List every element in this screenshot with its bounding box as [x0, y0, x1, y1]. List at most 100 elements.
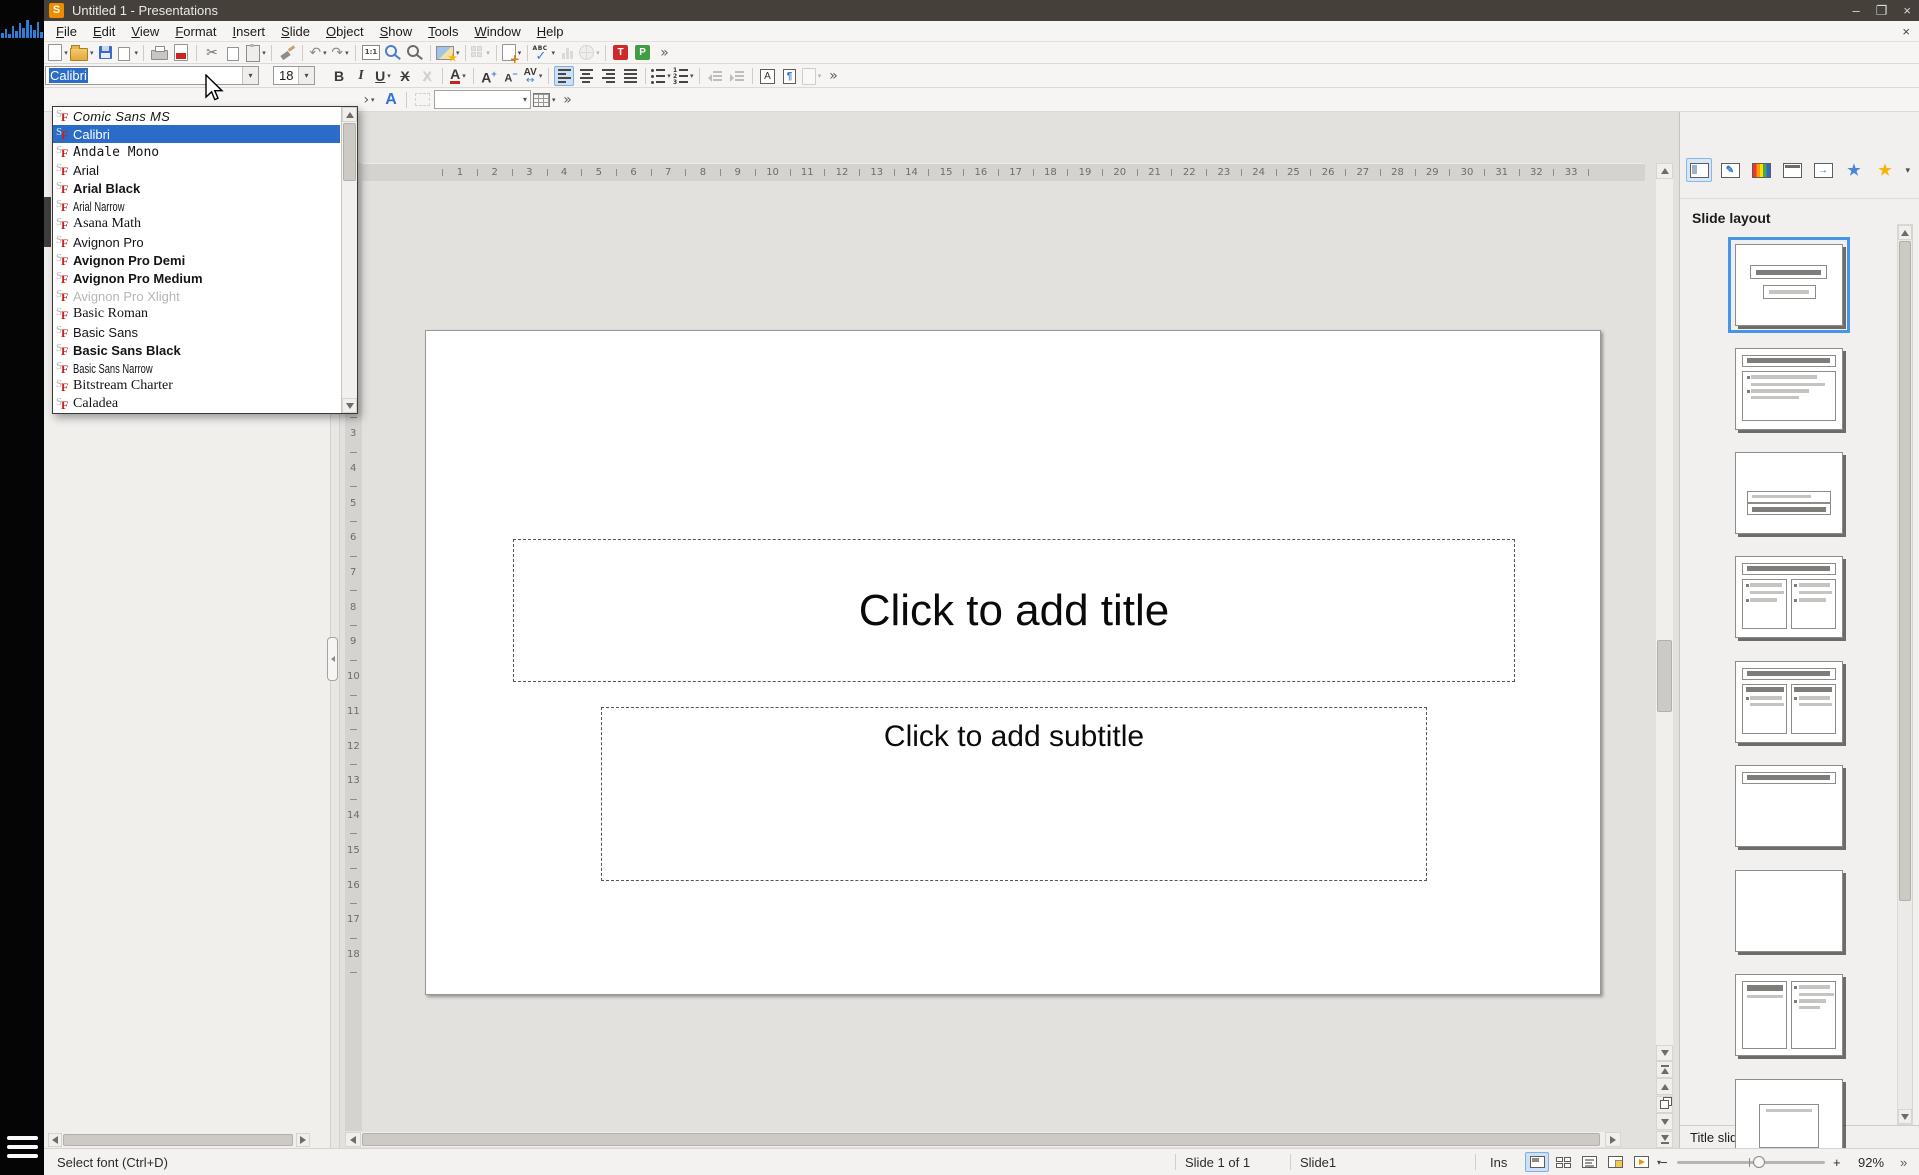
zoom-slider-thumb[interactable]: [1753, 1156, 1765, 1168]
strikethrough[interactable]: X: [395, 66, 415, 86]
unordered-list[interactable]: ▾: [651, 66, 671, 86]
dropdown-scroll-up-button[interactable]: [342, 107, 357, 122]
justify[interactable]: [620, 66, 640, 86]
slide-name-label[interactable]: Slide1: [1300, 1149, 1336, 1175]
menu-help[interactable]: Help: [529, 24, 572, 39]
sidebar-tab-slide-edit[interactable]: ✎: [1717, 158, 1743, 182]
cut[interactable]: ✂: [202, 43, 222, 63]
font-list-item[interactable]: SFBitstream Charter: [53, 377, 340, 395]
align-center[interactable]: [576, 66, 596, 86]
sidebar-tab-slide-transition[interactable]: →: [1810, 158, 1836, 182]
clone-formatting[interactable]: [277, 43, 297, 63]
zoom[interactable]: [405, 43, 425, 63]
layout-thumbnail-two-content-headers[interactable]: [1735, 661, 1843, 743]
export-pdf[interactable]: [171, 43, 191, 63]
close-document-button[interactable]: ×: [1902, 24, 1910, 39]
save-as[interactable]: ▾: [118, 43, 139, 63]
paragraph-dialog[interactable]: ▾: [802, 66, 822, 86]
toolbar-overflow[interactable]: »: [655, 43, 675, 63]
paste[interactable]: ▾: [246, 43, 266, 63]
text-shadow[interactable]: X: [417, 66, 437, 86]
underline[interactable]: U▾: [373, 66, 393, 86]
zoom-out-button[interactable]: −: [1660, 1149, 1668, 1175]
insert-image[interactable]: ★▾: [436, 43, 460, 63]
italic[interactable]: I: [351, 66, 371, 86]
nav-next-slide[interactable]: [1656, 1113, 1673, 1130]
font-color[interactable]: A▾: [448, 66, 468, 86]
sidebar-scrollbar[interactable]: [1897, 224, 1913, 1125]
view-notes[interactable]: [1577, 1152, 1601, 1172]
minimize-button[interactable]: –: [1853, 3, 1860, 18]
font-size-dropdown-arrow[interactable]: ▾: [298, 67, 314, 84]
hscroll-right-button[interactable]: [1605, 1132, 1621, 1147]
start-slideshow[interactable]: [1629, 1152, 1653, 1172]
nav-previous-slide[interactable]: [1656, 1078, 1673, 1095]
layout-thumbnail-blank[interactable]: [1735, 870, 1843, 952]
font-list-item[interactable]: SFAsana Math: [53, 215, 340, 233]
snap-to-grid[interactable]: ▾: [471, 43, 491, 63]
hscroll-left-button[interactable]: [345, 1132, 361, 1147]
toolbar-options[interactable]: ›▾: [359, 90, 379, 110]
maximize-button[interactable]: ❐: [1876, 3, 1888, 19]
menu-format[interactable]: Format: [167, 24, 224, 39]
panel-scroll-right-button[interactable]: [296, 1133, 310, 1147]
sidebar-tab-animation[interactable]: ★: [1841, 158, 1867, 182]
align-right[interactable]: [598, 66, 618, 86]
layout-thumbnail-two-content[interactable]: [1735, 556, 1843, 638]
font-list-item[interactable]: SFComic Sans MS: [53, 107, 340, 125]
menu-edit[interactable]: Edit: [85, 24, 123, 39]
font-list-item[interactable]: SFArial Black: [53, 179, 340, 197]
redo[interactable]: ↷▾: [330, 43, 350, 63]
character-spacing[interactable]: AV↔▾: [523, 66, 543, 86]
font-list-item[interactable]: SFAndale Mono: [53, 143, 340, 161]
font-size-input[interactable]: 18 ▾: [273, 66, 315, 85]
decrease-indent[interactable]: [705, 66, 725, 86]
insert-chart[interactable]: [557, 43, 577, 63]
font-name-input[interactable]: Calibri ▾: [45, 66, 259, 85]
nav-last-slide[interactable]: [1656, 1131, 1673, 1148]
scrollbar-thumb[interactable]: [362, 1133, 1600, 1146]
spelling[interactable]: ABC✓▾: [533, 43, 556, 63]
sidebar-tab-properties[interactable]: [1686, 158, 1712, 182]
font-list-item[interactable]: SFBasic Roman: [53, 305, 340, 323]
layout-thumbnail-title-content[interactable]: [1735, 348, 1843, 430]
view-slide-sorter[interactable]: [1551, 1152, 1575, 1172]
nav-first-slide[interactable]: [1656, 1061, 1673, 1078]
dropdown-scroll-down-button[interactable]: [342, 398, 357, 413]
table-design[interactable]: ▾: [533, 90, 556, 110]
fontwork[interactable]: A: [381, 90, 401, 110]
statusbar-overflow[interactable]: »: [1900, 1149, 1907, 1175]
sidebar-tabs-menu-arrow[interactable]: ▾: [1905, 165, 1914, 176]
nav-navigator[interactable]: [1656, 1096, 1673, 1113]
menu-tools[interactable]: Tools: [420, 24, 466, 39]
font-list-item[interactable]: SFAvignon Pro Medium: [53, 269, 340, 287]
font-list-item[interactable]: SFBasic Sans Narrow: [53, 359, 340, 377]
font-list-item[interactable]: SFCaladea: [53, 395, 340, 413]
sidebar-tab-gallery[interactable]: [1748, 158, 1774, 182]
menu-show[interactable]: Show: [372, 24, 421, 39]
hamburger-menu-icon[interactable]: [7, 1136, 38, 1158]
insert-mode-label[interactable]: Ins: [1490, 1149, 1507, 1175]
vscroll-down-button[interactable]: [1656, 1045, 1673, 1061]
align-left[interactable]: [554, 66, 574, 86]
new-slide[interactable]: +▾: [502, 43, 522, 63]
font-list-item[interactable]: SFBasic Sans Black: [53, 341, 340, 359]
view-normal[interactable]: [1525, 1152, 1549, 1172]
menu-view[interactable]: View: [123, 24, 167, 39]
toolbar-overflow[interactable]: »: [824, 66, 844, 86]
display-grid[interactable]: 1:1: [361, 43, 381, 63]
zoom-in-button[interactable]: +: [1833, 1149, 1841, 1175]
open-file[interactable]: ▾: [70, 43, 94, 63]
zoom-level-label[interactable]: 92%: [1858, 1149, 1884, 1175]
print[interactable]: [149, 43, 169, 63]
font-list-item[interactable]: SFArial: [53, 161, 340, 179]
scrollbar-thumb[interactable]: [1657, 640, 1672, 712]
frame-style[interactable]: [412, 90, 432, 110]
presentation-green[interactable]: P: [633, 43, 653, 63]
font-list-item[interactable]: SFAvignon Pro Demi: [53, 251, 340, 269]
toolbar-overflow[interactable]: »: [558, 90, 578, 110]
font-dropdown-scrollbar[interactable]: [341, 107, 357, 413]
zoom-slider[interactable]: [1677, 1161, 1825, 1164]
font-list-item[interactable]: SFCalibri: [53, 125, 340, 143]
font-list-item[interactable]: SFAvignon Pro: [53, 233, 340, 251]
